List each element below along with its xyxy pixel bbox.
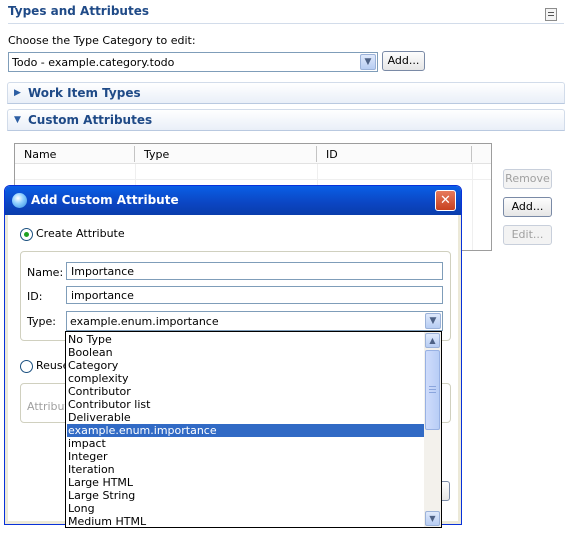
type-list-item[interactable]: Category	[67, 359, 425, 372]
type-list-item[interactable]: complexity	[67, 372, 425, 385]
custom-attributes-label: Custom Attributes	[28, 113, 153, 127]
type-select-value: example.enum.importance	[70, 315, 219, 328]
column-header-name[interactable]: Name	[24, 148, 56, 161]
add-attribute-button[interactable]: Add...	[503, 197, 552, 217]
id-field-value: importance	[71, 289, 134, 302]
dialog-titlebar[interactable]: Add Custom Attribute ✕	[5, 186, 461, 215]
form-toolbar-icon[interactable]	[545, 8, 557, 21]
type-list-item[interactable]: Integer	[67, 450, 425, 463]
scroll-thumb[interactable]	[425, 350, 440, 430]
type-list-item[interactable]: Deliverable	[67, 411, 425, 424]
name-field[interactable]: Importance	[66, 262, 443, 280]
custom-attributes-section[interactable]: ▼ Custom Attributes	[7, 109, 565, 131]
type-label: Type:	[27, 315, 56, 328]
category-label: Choose the Type Category to edit:	[8, 34, 196, 47]
create-attribute-radio[interactable]	[20, 228, 33, 241]
scroll-up-icon[interactable]: ▲	[425, 333, 440, 348]
type-list-item[interactable]: Boolean	[67, 346, 425, 359]
type-select[interactable]: example.enum.importance ▼	[66, 311, 443, 331]
id-field[interactable]: importance	[66, 286, 443, 304]
chevron-down-icon[interactable]: ▼	[425, 313, 441, 329]
dialog-title: Add Custom Attribute	[31, 193, 179, 207]
type-list-item[interactable]: Medium HTML	[67, 515, 425, 527]
chevron-down-icon[interactable]: ▼	[360, 54, 376, 70]
id-label: ID:	[27, 290, 43, 303]
type-list-item[interactable]: Long	[67, 502, 425, 515]
eclipse-globe-icon	[12, 193, 27, 208]
remove-button[interactable]: Remove	[503, 169, 552, 189]
create-attribute-label: Create Attribute	[36, 227, 125, 240]
close-icon[interactable]: ✕	[435, 190, 456, 211]
column-header-id[interactable]: ID	[326, 148, 338, 161]
type-list-item[interactable]: Contributor	[67, 385, 425, 398]
section-title: Types and Attributes	[8, 4, 149, 18]
section-divider	[8, 23, 564, 24]
add-category-button[interactable]: Add...	[382, 51, 425, 71]
category-select-value: Todo - example.category.todo	[12, 56, 175, 69]
category-select[interactable]: Todo - example.category.todo ▼	[8, 52, 378, 72]
table-header: Name Type ID	[15, 144, 491, 164]
attribute-label: Attribut	[27, 400, 69, 413]
type-list-item[interactable]: Large String	[67, 489, 425, 502]
work-item-types-section[interactable]: ▶ Work Item Types	[7, 82, 565, 104]
type-list-item[interactable]: Iteration	[67, 463, 425, 476]
name-label: Name:	[27, 266, 64, 279]
type-dropdown-list[interactable]: No Type Boolean Category complexity Contribu…	[65, 331, 442, 528]
column-header-type[interactable]: Type	[144, 148, 169, 161]
work-item-types-label: Work Item Types	[28, 86, 141, 100]
type-list-item[interactable]: No Type	[67, 333, 425, 346]
reuse-attribute-radio[interactable]	[20, 360, 33, 373]
list-scrollbar[interactable]: ▲ ▼	[424, 332, 441, 527]
type-list-item[interactable]: Large HTML	[67, 476, 425, 489]
type-list-item[interactable]: example.enum.importance	[67, 424, 425, 437]
type-list-item[interactable]: Contributor list	[67, 398, 425, 411]
type-list-item[interactable]: impact	[67, 437, 425, 450]
edit-button[interactable]: Edit...	[503, 225, 552, 245]
scroll-down-icon[interactable]: ▼	[425, 511, 440, 526]
name-field-value: Importance	[71, 265, 135, 278]
triangle-right-icon[interactable]: ▶	[14, 88, 21, 98]
triangle-down-icon[interactable]: ▼	[14, 115, 21, 125]
